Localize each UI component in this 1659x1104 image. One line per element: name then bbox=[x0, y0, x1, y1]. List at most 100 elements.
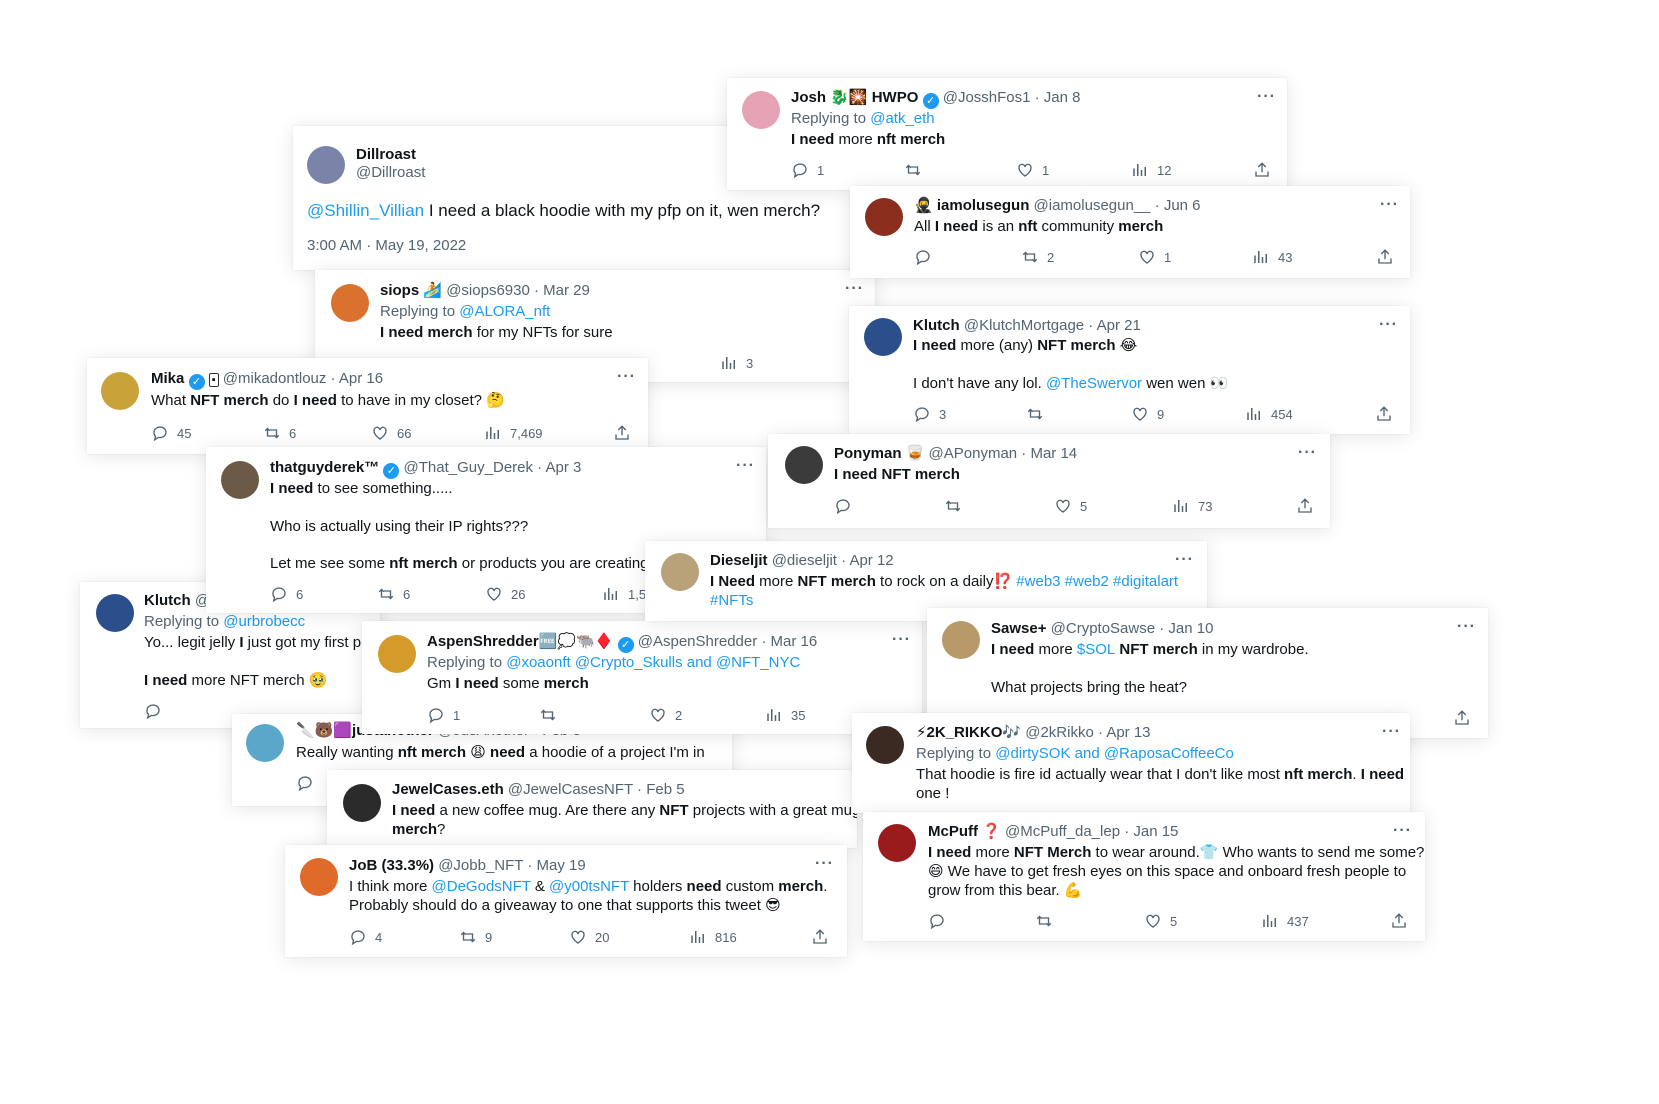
share-button[interactable] bbox=[1376, 248, 1394, 266]
hashtag-link[interactable]: #NFTs bbox=[710, 591, 753, 611]
more-icon[interactable]: ··· bbox=[1257, 88, 1276, 106]
author-name[interactable]: thatguyderek™ bbox=[270, 459, 379, 476]
retweet-button[interactable]: 6 bbox=[263, 424, 296, 442]
like-button[interactable]: 5 bbox=[1144, 912, 1177, 930]
avatar[interactable] bbox=[307, 146, 345, 184]
share-button[interactable] bbox=[1390, 912, 1408, 930]
author-handle[interactable]: @CryptoSawse · Jan 10 bbox=[1051, 620, 1214, 637]
author-handle[interactable]: @That_Guy_Derek · Apr 3 bbox=[404, 459, 582, 476]
author-name[interactable]: Dillroast bbox=[356, 146, 416, 163]
tweet-card-mika[interactable]: Mika ✓ ▪ @mikadontlouz · Apr 16 ··· What… bbox=[87, 358, 648, 454]
author-handle[interactable]: @siops6930 · Mar 29 bbox=[446, 282, 590, 299]
mention-link[interactable]: @Shillin_Villian bbox=[307, 201, 424, 220]
avatar[interactable] bbox=[865, 198, 903, 236]
share-button[interactable] bbox=[613, 424, 631, 442]
more-icon[interactable]: ··· bbox=[892, 631, 911, 649]
reply-button[interactable]: 3 bbox=[913, 405, 946, 423]
views-button[interactable]: 73 bbox=[1172, 497, 1212, 515]
more-icon[interactable]: ··· bbox=[617, 368, 636, 386]
views-button[interactable]: 3 bbox=[720, 354, 753, 372]
mention-link[interactable]: @ALORA_nft bbox=[459, 303, 550, 320]
author-name[interactable]: Dieseljit bbox=[710, 552, 768, 569]
tweet-card-iamolusegun[interactable]: 🥷 iamolusegun @iamolusegun__ · Jun 6 ···… bbox=[850, 186, 1410, 278]
author-handle[interactable]: @iamolusegun__ · Jun 6 bbox=[1034, 197, 1201, 214]
like-button[interactable]: 26 bbox=[485, 585, 525, 603]
author-handle[interactable]: @JosshFos1 · Jan 8 bbox=[943, 89, 1081, 106]
more-icon[interactable]: ··· bbox=[845, 280, 864, 298]
retweet-button[interactable] bbox=[904, 161, 930, 179]
share-button[interactable] bbox=[811, 928, 829, 946]
views-button[interactable]: 437 bbox=[1261, 912, 1309, 930]
reply-button[interactable] bbox=[296, 774, 314, 792]
retweet-button[interactable]: 2 bbox=[1021, 248, 1054, 266]
tweet-card-klutch-1[interactable]: Klutch @KlutchMortgage · Apr 21 ··· I ne… bbox=[849, 306, 1410, 434]
avatar[interactable] bbox=[101, 372, 139, 410]
avatar[interactable] bbox=[246, 724, 284, 762]
mention-link[interactable]: @urbrobecc bbox=[223, 613, 305, 630]
cashtag-link[interactable]: $SOL bbox=[1077, 641, 1115, 658]
author-name[interactable]: Klutch bbox=[144, 592, 191, 609]
views-button[interactable]: 43 bbox=[1252, 248, 1292, 266]
retweet-button[interactable] bbox=[1026, 405, 1052, 423]
mention-link[interactable]: @y00tsNFT bbox=[549, 878, 629, 895]
author-handle[interactable]: @APonyman · Mar 14 bbox=[929, 445, 1078, 462]
avatar[interactable] bbox=[331, 284, 369, 322]
like-button[interactable]: 66 bbox=[371, 424, 411, 442]
author-name[interactable]: Ponyman 🥃 bbox=[834, 445, 924, 462]
like-button[interactable]: 1 bbox=[1138, 248, 1171, 266]
retweet-button[interactable] bbox=[539, 706, 565, 724]
avatar[interactable] bbox=[300, 858, 338, 896]
avatar[interactable] bbox=[864, 318, 902, 356]
author-handle[interactable]: @McPuff_da_lep · Jan 15 bbox=[1005, 823, 1178, 840]
avatar[interactable] bbox=[221, 461, 259, 499]
share-button[interactable] bbox=[1453, 709, 1471, 727]
author-name[interactable]: AspenShredder🆓💭🐃♦️ bbox=[427, 633, 613, 650]
author-name[interactable]: Josh 🐉🎇 HWPO bbox=[791, 89, 918, 106]
mention-link[interactable]: @TheSwervor bbox=[1046, 375, 1142, 392]
reply-button[interactable] bbox=[914, 248, 940, 266]
mention-link[interactable]: @xoaonft @Crypto_Skulls and @NFT_NYC bbox=[506, 654, 800, 671]
author-handle[interactable]: @dieseljit · Apr 12 bbox=[772, 552, 894, 569]
author-name[interactable]: 🥷 iamolusegun bbox=[914, 197, 1029, 214]
views-button[interactable]: 35 bbox=[765, 706, 805, 724]
more-icon[interactable]: ··· bbox=[1175, 551, 1194, 569]
tweet-card-josh[interactable]: Josh 🐉🎇 HWPO ✓ @JosshFos1 · Jan 8 ··· Re… bbox=[727, 78, 1287, 190]
more-icon[interactable]: ··· bbox=[1379, 316, 1398, 334]
reply-button[interactable]: 1 bbox=[427, 706, 460, 724]
author-name[interactable]: McPuff ❓ bbox=[928, 823, 1001, 840]
tweet-card-job[interactable]: JoB (33.3%) @Jobb_NFT · May 19 ··· I thi… bbox=[285, 845, 847, 957]
like-button[interactable]: 1 bbox=[1016, 161, 1049, 179]
author-name[interactable]: JewelCases.eth bbox=[392, 781, 504, 798]
like-button[interactable]: 9 bbox=[1131, 405, 1164, 423]
avatar[interactable] bbox=[942, 621, 980, 659]
more-icon[interactable]: ··· bbox=[1393, 822, 1412, 840]
author-name[interactable]: Klutch bbox=[913, 317, 960, 334]
reply-button[interactable]: 4 bbox=[349, 928, 382, 946]
avatar[interactable] bbox=[96, 594, 134, 632]
author-handle[interactable]: @Dillroast bbox=[356, 164, 425, 181]
like-button[interactable]: 5 bbox=[1054, 497, 1087, 515]
retweet-button[interactable]: 6 bbox=[377, 585, 410, 603]
avatar[interactable] bbox=[343, 784, 381, 822]
like-button[interactable]: 2 bbox=[649, 706, 682, 724]
author-name[interactable]: Mika bbox=[151, 370, 184, 387]
reply-button[interactable]: 6 bbox=[270, 585, 303, 603]
tweet-card-aspenshredder[interactable]: AspenShredder🆓💭🐃♦️ ✓ @AspenShredder · Ma… bbox=[362, 621, 922, 734]
more-icon[interactable]: ··· bbox=[1298, 444, 1317, 462]
reply-button[interactable] bbox=[928, 912, 946, 930]
tweet-card-mcpuff[interactable]: McPuff ❓ @McPuff_da_lep · Jan 15 ··· I n… bbox=[863, 812, 1425, 941]
share-button[interactable] bbox=[1375, 405, 1393, 423]
retweet-button[interactable]: 9 bbox=[459, 928, 492, 946]
tweet-card-jewelcases[interactable]: JewelCases.eth @JewelCasesNFT · Feb 5 I … bbox=[327, 770, 857, 848]
like-button[interactable]: 20 bbox=[569, 928, 609, 946]
reply-button[interactable] bbox=[834, 497, 852, 515]
mention-link[interactable]: @dirtySOK and @RaposaCoffeeCo bbox=[995, 745, 1234, 762]
author-handle[interactable]: @JewelCasesNFT · Feb 5 bbox=[508, 781, 685, 798]
author-handle[interactable]: @mikadontlouz · Apr 16 bbox=[223, 370, 383, 387]
avatar[interactable] bbox=[378, 635, 416, 673]
retweet-button[interactable] bbox=[944, 497, 962, 515]
more-icon[interactable]: ··· bbox=[815, 855, 834, 873]
views-button[interactable]: 12 bbox=[1131, 161, 1171, 179]
more-icon[interactable]: ··· bbox=[1380, 196, 1399, 214]
avatar[interactable] bbox=[878, 824, 916, 862]
